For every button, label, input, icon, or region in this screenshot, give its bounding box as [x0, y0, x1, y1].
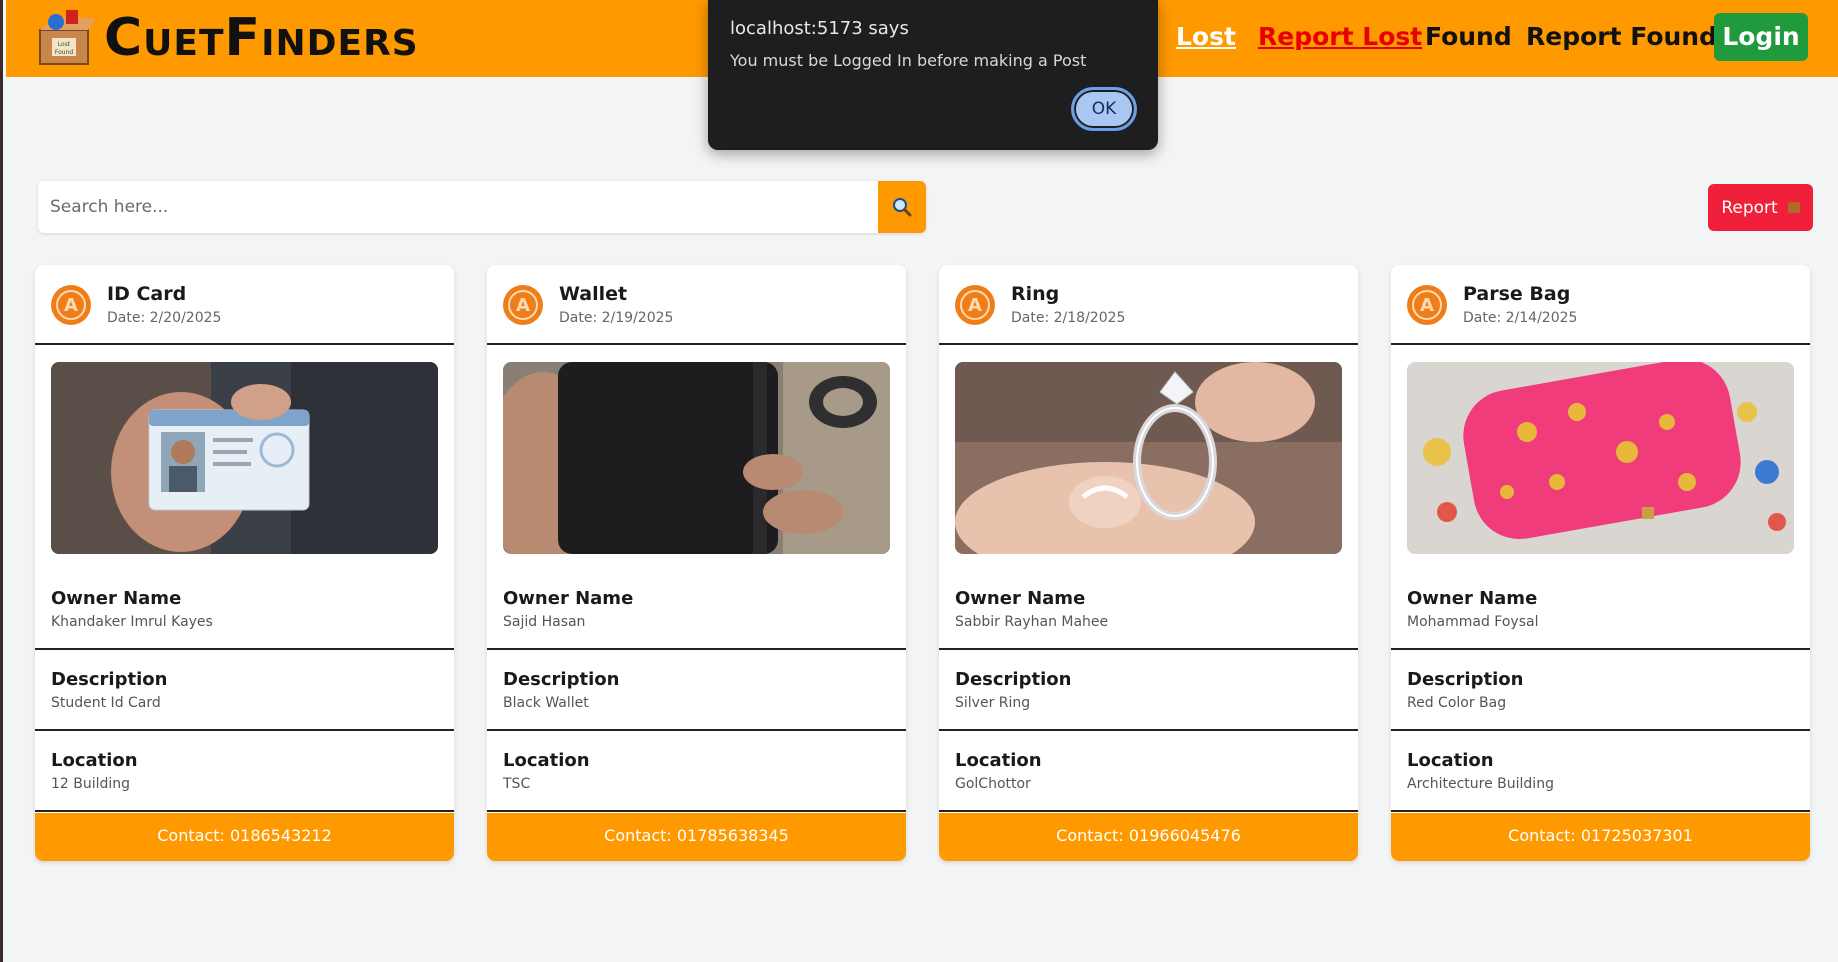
location-label: Location	[503, 750, 590, 771]
nav-lost[interactable]: Lost	[1176, 18, 1236, 56]
location-section: Location 12 Building	[35, 750, 454, 812]
owner-section: Owner Name Mohammad Foysal	[1391, 588, 1810, 650]
box-icon	[1787, 202, 1800, 213]
item-card[interactable]: A Wallet Date: 2/19/2025 Owner Name Saji…	[487, 265, 906, 861]
description-value: Student Id Card	[51, 695, 161, 711]
avatar: A	[503, 285, 543, 325]
item-card[interactable]: A Parse Bag Date: 2/14/2025 Owner Name M…	[1391, 265, 1810, 861]
description-section: Description Black Wallet	[487, 669, 906, 731]
card-date: Date: 2/14/2025	[1463, 310, 1578, 326]
card-title: Parse Bag	[1463, 283, 1571, 305]
avatar: A	[1407, 285, 1447, 325]
description-label: Description	[955, 669, 1072, 690]
card-header: A Parse Bag Date: 2/14/2025	[1391, 265, 1810, 345]
owner-label: Owner Name	[1407, 588, 1538, 609]
card-title: Wallet	[559, 283, 628, 305]
owner-section: Owner Name Khandaker Imrul Kayes	[35, 588, 454, 650]
item-image	[955, 362, 1342, 554]
description-value: Silver Ring	[955, 695, 1031, 711]
location-section: Location TSC	[487, 750, 906, 812]
owner-section: Owner Name Sabbir Rayhan Mahee	[939, 588, 1358, 650]
item-image	[51, 362, 438, 554]
item-image	[1407, 362, 1794, 554]
alert-dialog: localhost:5173 says You must be Logged I…	[708, 0, 1158, 150]
report-button-label: Report	[1721, 197, 1778, 218]
avatar: A	[51, 285, 91, 325]
owner-value: Khandaker Imrul Kayes	[51, 614, 213, 630]
location-section: Location Architecture Building	[1391, 750, 1810, 812]
owner-value: Sabbir Rayhan Mahee	[955, 614, 1109, 630]
owner-section: Owner Name Sajid Hasan	[487, 588, 906, 650]
description-value: Black Wallet	[503, 695, 589, 711]
ok-button[interactable]: OK	[1071, 87, 1137, 131]
item-card[interactable]: A Ring Date: 2/18/2025 Owner Name Sabbir…	[939, 265, 1358, 861]
card-title: Ring	[1011, 283, 1060, 305]
dialog-message: You must be Logged In before making a Po…	[730, 51, 1087, 70]
page: Lost Found CuetFinders Lost Report Lost …	[0, 0, 1838, 962]
contact-button[interactable]: Contact: 01785638345	[487, 813, 906, 861]
search-button[interactable]	[878, 181, 926, 233]
owner-label: Owner Name	[51, 588, 182, 609]
avatar: A	[955, 285, 995, 325]
owner-value: Mohammad Foysal	[1407, 614, 1539, 630]
svg-text:Lost: Lost	[58, 41, 71, 48]
card-date: Date: 2/19/2025	[559, 310, 674, 326]
item-card[interactable]: A ID Card Date: 2/20/2025 Owner Name Kha…	[35, 265, 454, 861]
login-button[interactable]: Login	[1714, 13, 1808, 61]
location-value: 12 Building	[51, 776, 131, 792]
description-section: Description Student Id Card	[35, 669, 454, 731]
card-header: A Ring Date: 2/18/2025	[939, 265, 1358, 345]
dialog-title: localhost:5173 says	[730, 18, 909, 39]
description-section: Description Red Color Bag	[1391, 669, 1810, 731]
contact-button[interactable]: Contact: 0186543212	[35, 813, 454, 861]
nav-report-found[interactable]: Report Found	[1526, 18, 1717, 56]
search-bar	[38, 181, 926, 233]
search-input[interactable]	[38, 181, 878, 233]
description-label: Description	[503, 669, 620, 690]
contact-button[interactable]: Contact: 01725037301	[1391, 813, 1810, 861]
svg-text:Found: Found	[55, 49, 74, 56]
card-header: A Wallet Date: 2/19/2025	[487, 265, 906, 345]
search-icon	[893, 198, 912, 217]
location-label: Location	[955, 750, 1042, 771]
report-button[interactable]: Report	[1708, 184, 1813, 231]
card-date: Date: 2/20/2025	[107, 310, 222, 326]
nav-found[interactable]: Found	[1425, 18, 1512, 56]
card-header: A ID Card Date: 2/20/2025	[35, 265, 454, 345]
location-value: Architecture Building	[1407, 776, 1554, 792]
description-label: Description	[1407, 669, 1524, 690]
location-section: Location GolChottor	[939, 750, 1358, 812]
owner-label: Owner Name	[955, 588, 1086, 609]
location-label: Location	[51, 750, 138, 771]
location-value: TSC	[503, 776, 531, 792]
owner-label: Owner Name	[503, 588, 634, 609]
location-label: Location	[1407, 750, 1494, 771]
logo-text[interactable]: CuetFinders	[104, 6, 419, 70]
item-image	[503, 362, 890, 554]
description-label: Description	[51, 669, 168, 690]
card-date: Date: 2/18/2025	[1011, 310, 1126, 326]
location-value: GolChottor	[955, 776, 1031, 792]
nav-report-lost[interactable]: Report Lost	[1258, 18, 1422, 56]
description-value: Red Color Bag	[1407, 695, 1507, 711]
contact-button[interactable]: Contact: 01966045476	[939, 813, 1358, 861]
card-title: ID Card	[107, 283, 187, 305]
logo-box-icon[interactable]: Lost Found	[36, 6, 96, 66]
description-section: Description Silver Ring	[939, 669, 1358, 731]
owner-value: Sajid Hasan	[503, 614, 586, 630]
